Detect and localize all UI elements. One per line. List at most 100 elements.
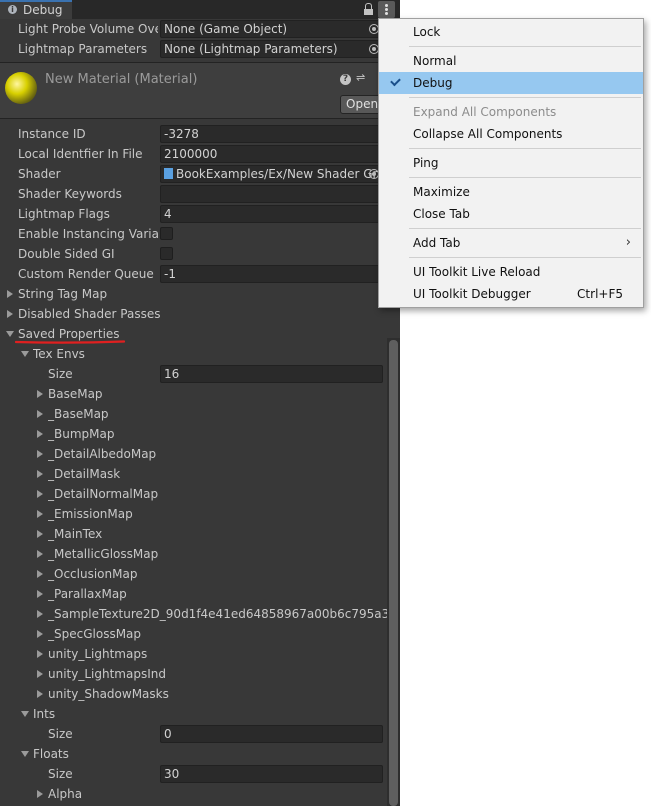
chevron-right-icon[interactable] xyxy=(37,450,43,458)
foldout-tex-envs[interactable]: Tex Envs xyxy=(0,344,400,364)
menu-item-debug[interactable]: Debug xyxy=(379,72,643,94)
enable-instancing-checkbox[interactable] xyxy=(160,227,173,240)
chevron-down-icon[interactable] xyxy=(6,331,14,337)
field-label: Double Sided GI xyxy=(18,247,115,261)
menu-separator xyxy=(409,228,641,229)
foldout-tex-env-item[interactable]: _SampleTexture2D_90d1f4e41ed64858967a00b… xyxy=(0,604,400,624)
foldout-tex-env-item[interactable]: BaseMap xyxy=(0,384,400,404)
help-icon[interactable]: ? xyxy=(340,74,351,85)
foldout-string-tag-map[interactable]: String Tag Map xyxy=(0,284,400,304)
chevron-right-icon[interactable] xyxy=(7,310,13,318)
foldout-label: _MainTex xyxy=(48,527,103,541)
chevron-right-icon[interactable] xyxy=(37,410,43,418)
field-label: Local Identfier In File xyxy=(18,147,143,161)
more-options-icon[interactable] xyxy=(378,1,395,18)
chevron-right-icon: › xyxy=(625,235,631,250)
foldout-tex-env-item[interactable]: unity_LightmapsInd xyxy=(0,664,400,684)
chevron-down-icon[interactable] xyxy=(21,351,29,357)
ints-size-field[interactable]: 0 xyxy=(160,725,383,743)
menu-item-normal[interactable]: Normal xyxy=(379,50,643,72)
foldout-tex-env-item[interactable]: _BumpMap xyxy=(0,424,400,444)
field-label: Size xyxy=(48,727,73,741)
foldout-tex-env-item[interactable]: _DetailMask xyxy=(0,464,400,484)
menu-item-add-tab[interactable]: Add Tab › xyxy=(379,232,643,254)
menu-item-collapse-all[interactable]: Collapse All Components xyxy=(379,123,643,145)
local-identifier-row: Local Identfier In File 2100000 xyxy=(0,144,400,164)
scrollbar-thumb[interactable] xyxy=(389,340,398,806)
foldout-floats[interactable]: Floats xyxy=(0,744,400,764)
enable-instancing-row: Enable Instancing Variant xyxy=(0,224,400,244)
foldout-tex-env-item[interactable]: _ParallaxMap xyxy=(0,584,400,604)
menu-separator xyxy=(409,257,641,258)
menu-item-label: Close Tab xyxy=(413,207,470,221)
chevron-right-icon[interactable] xyxy=(37,550,43,558)
ints-size-row: Size 0 xyxy=(0,724,400,744)
menu-item-ping[interactable]: Ping xyxy=(379,152,643,174)
foldout-tex-env-item[interactable]: _MainTex xyxy=(0,524,400,544)
object-field[interactable]: None (Lightmap Parameters) xyxy=(160,40,383,58)
foldout-tex-env-item[interactable]: unity_ShadowMasks xyxy=(0,684,400,704)
chevron-right-icon[interactable] xyxy=(7,290,13,298)
foldout-tex-env-item[interactable]: unity_Lightmaps xyxy=(0,644,400,664)
foldout-label: _DetailAlbedoMap xyxy=(48,447,157,461)
field-value: BookExamples/Ex/New Shader Gr xyxy=(176,167,378,181)
chevron-right-icon[interactable] xyxy=(37,470,43,478)
chevron-right-icon[interactable] xyxy=(37,790,43,798)
checkmark-icon xyxy=(390,75,401,87)
foldout-label: _DetailMask xyxy=(48,467,121,481)
chevron-right-icon[interactable] xyxy=(37,530,43,538)
chevron-right-icon[interactable] xyxy=(37,430,43,438)
foldout-tex-env-item[interactable]: _DetailNormalMap xyxy=(0,484,400,504)
menu-item-label: Debug xyxy=(413,76,453,90)
foldout-label: unity_Lightmaps xyxy=(48,647,148,661)
floats-size-field[interactable]: 30 xyxy=(160,765,383,783)
menu-item-lock[interactable]: Lock xyxy=(379,21,643,43)
object-field[interactable]: None (Game Object) xyxy=(160,20,383,38)
custom-render-queue-field[interactable]: -1 xyxy=(160,265,383,283)
menu-item-label: UI Toolkit Live Reload xyxy=(413,265,541,279)
chevron-down-icon[interactable] xyxy=(21,711,29,717)
chevron-right-icon[interactable] xyxy=(37,670,43,678)
foldout-label: _ParallaxMap xyxy=(48,587,127,601)
chevron-right-icon[interactable] xyxy=(37,650,43,658)
instance-id-field[interactable]: -3278 xyxy=(160,125,383,143)
shader-keywords-row: Shader Keywords xyxy=(0,184,400,204)
field-value: None (Game Object) xyxy=(164,22,288,36)
chevron-right-icon[interactable] xyxy=(37,630,43,638)
chevron-right-icon[interactable] xyxy=(37,490,43,498)
menu-item-live-reload[interactable]: UI Toolkit Live Reload xyxy=(379,261,643,283)
chevron-right-icon[interactable] xyxy=(37,390,43,398)
local-identifier-field[interactable]: 2100000 xyxy=(160,145,383,163)
foldout-tex-env-item[interactable]: _MetallicGlossMap xyxy=(0,544,400,564)
foldout-tex-env-item[interactable]: _DetailAlbedoMap xyxy=(0,444,400,464)
foldout-tex-env-item[interactable]: _SpecGlossMap xyxy=(0,624,400,644)
chevron-down-icon[interactable] xyxy=(21,751,29,757)
chevron-right-icon[interactable] xyxy=(37,570,43,578)
foldout-label: _SpecGlossMap xyxy=(48,627,142,641)
foldout-tex-env-item[interactable]: _OcclusionMap xyxy=(0,564,400,584)
foldout-tex-env-item[interactable]: _BaseMap xyxy=(0,404,400,424)
foldout-ints[interactable]: Ints xyxy=(0,704,400,724)
foldout-tex-env-item[interactable]: _EmissionMap xyxy=(0,504,400,524)
menu-item-ui-toolkit-debugger[interactable]: UI Toolkit Debugger Ctrl+F5 xyxy=(379,283,643,305)
field-label: Instance ID xyxy=(18,127,86,141)
lock-icon[interactable] xyxy=(362,2,376,16)
chevron-right-icon[interactable] xyxy=(37,590,43,598)
presets-icon[interactable]: ⇌ xyxy=(356,71,370,85)
foldout-disabled-shader-passes[interactable]: Disabled Shader Passes xyxy=(0,304,400,324)
menu-item-maximize[interactable]: Maximize xyxy=(379,181,643,203)
chevron-right-icon[interactable] xyxy=(37,510,43,518)
double-sided-gi-checkbox[interactable] xyxy=(160,247,173,260)
field-label: Lightmap Parameters xyxy=(18,42,148,56)
shader-keywords-field[interactable] xyxy=(160,185,383,203)
foldout-alpha[interactable]: Alpha xyxy=(0,784,400,804)
chevron-right-icon[interactable] xyxy=(37,610,43,618)
lightmap-flags-field[interactable]: 4 xyxy=(160,205,383,223)
menu-item-close-tab[interactable]: Close Tab xyxy=(379,203,643,225)
tex-envs-size-field[interactable]: 16 xyxy=(160,365,383,383)
tab-debug[interactable]: i Debug xyxy=(0,0,72,19)
shader-field[interactable]: BookExamples/Ex/New Shader Gr xyxy=(160,165,383,183)
menu-separator xyxy=(409,148,641,149)
chevron-right-icon[interactable] xyxy=(37,690,43,698)
foldout-label: _BumpMap xyxy=(48,427,115,441)
